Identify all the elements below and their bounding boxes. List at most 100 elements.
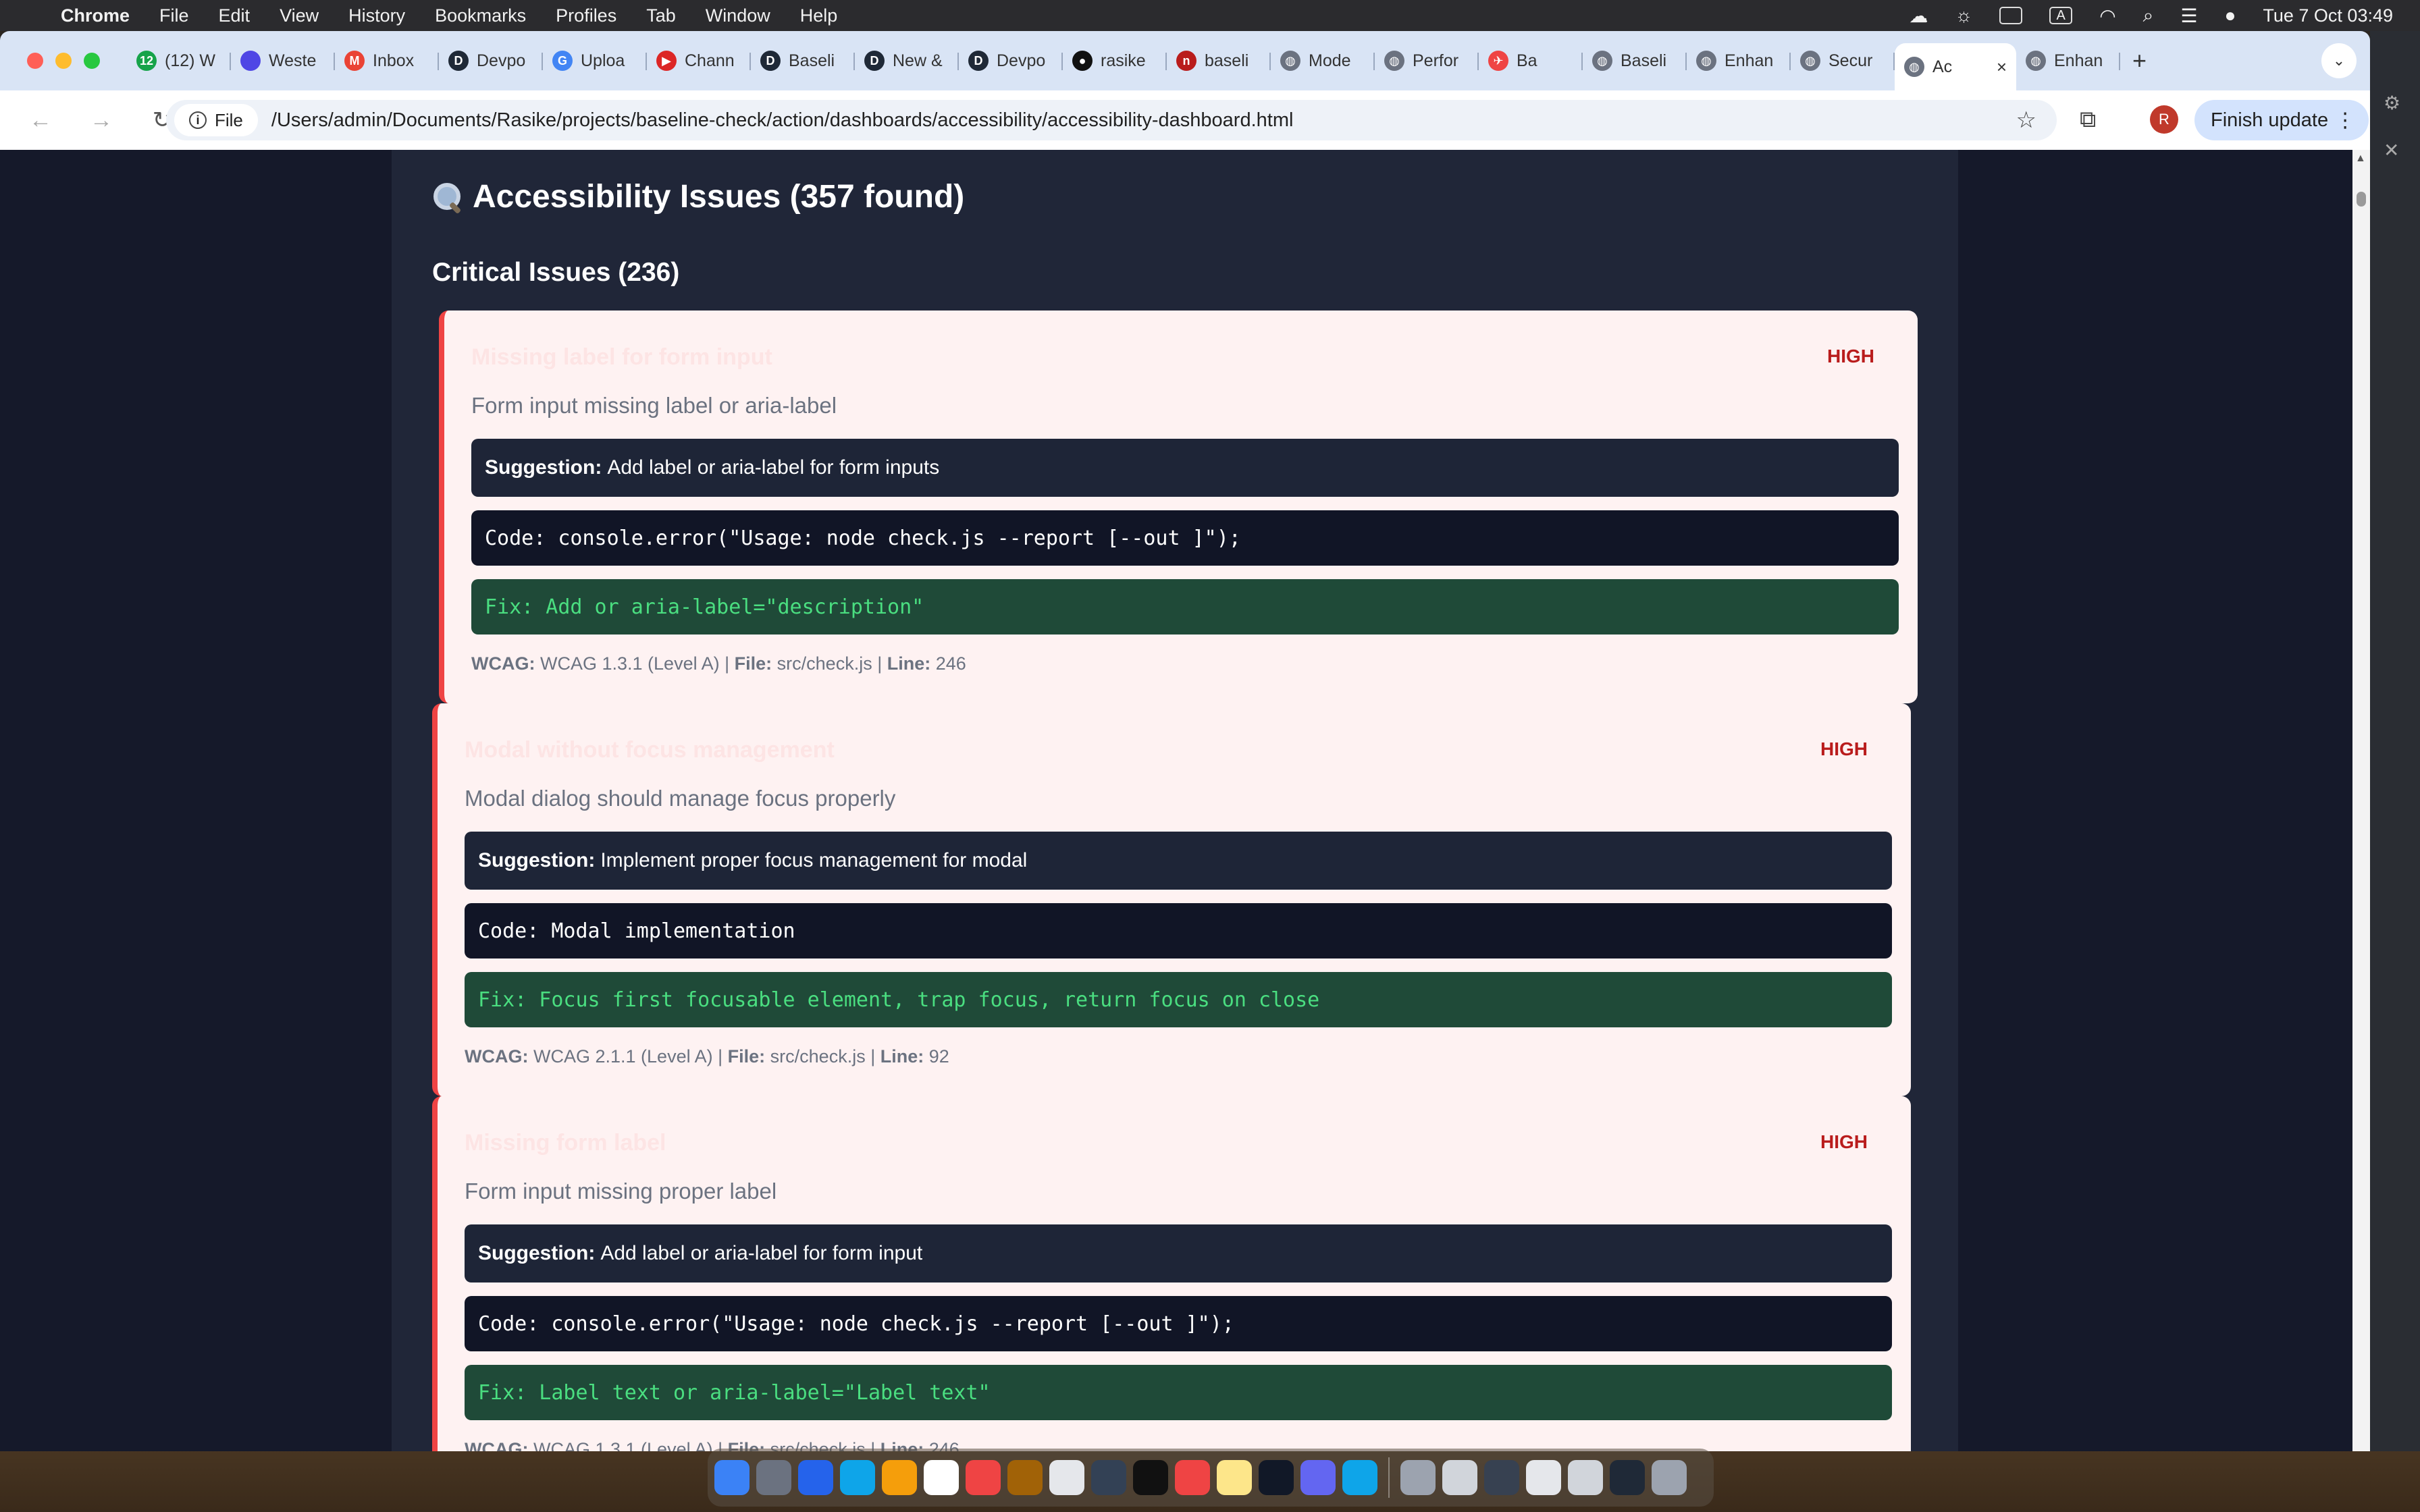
menu-bar-status: ☁ ☼ A ◠ ⌕ ☰ ● Tue 7 Oct 03:49 xyxy=(1910,0,2393,31)
minimized-window-thumbnail[interactable] xyxy=(1568,1460,1603,1495)
menu-edit[interactable]: Edit xyxy=(219,5,251,26)
issue-card: Missing form label HIGH Form input missing… xyxy=(432,1096,1911,1451)
battery-icon[interactable] xyxy=(1999,7,2023,24)
tab-2[interactable]: M Inbox xyxy=(335,39,439,82)
wifi-icon[interactable]: ◠ xyxy=(2099,5,2115,27)
chrome-icon[interactable] xyxy=(966,1460,1001,1495)
weather-icon[interactable]: ☼ xyxy=(1955,5,1973,26)
tab-search-button[interactable]: ⌄ xyxy=(2321,43,2357,78)
terminal-icon[interactable] xyxy=(1259,1460,1294,1495)
safari-icon[interactable] xyxy=(798,1460,833,1495)
photos-icon[interactable] xyxy=(882,1460,917,1495)
site-info-chip[interactable]: i File xyxy=(174,104,258,136)
tab-favicon-icon: ◍ xyxy=(1696,51,1716,71)
reminders-icon[interactable] xyxy=(1049,1460,1084,1495)
tab-14[interactable]: ◍ Baseli xyxy=(1583,39,1687,82)
tab-7[interactable]: D New & xyxy=(855,39,959,82)
menu-view[interactable]: View xyxy=(280,5,319,26)
tab-3[interactable]: D Devpo xyxy=(439,39,543,82)
more-options-icon[interactable]: ⋮ xyxy=(2335,109,2355,132)
menu-file[interactable]: File xyxy=(159,5,189,26)
minimized-window-thumbnail[interactable] xyxy=(1526,1460,1561,1495)
spotlight-search-icon[interactable]: ⌕ xyxy=(2143,5,2154,27)
dock-separator xyxy=(1388,1457,1390,1498)
menu-window[interactable]: Window xyxy=(706,5,770,26)
tab-5[interactable]: ▶ Chann xyxy=(647,39,751,82)
menu-bookmarks[interactable]: Bookmarks xyxy=(435,5,526,26)
critical-issues-heading: Critical Issues (236) xyxy=(432,258,680,287)
menu-history[interactable]: History xyxy=(348,5,405,26)
gear-icon[interactable]: ⚙ xyxy=(2384,92,2400,114)
tab-6[interactable]: D Baseli xyxy=(751,39,855,82)
zoom-window-button[interactable] xyxy=(84,53,100,69)
vscode-icon[interactable] xyxy=(1342,1460,1377,1495)
tab-4[interactable]: G Uploa xyxy=(543,39,647,82)
page-viewport: Accessibility Issues (357 found) Critica… xyxy=(0,150,2370,1451)
page-title: Accessibility Issues (357 found) xyxy=(432,178,964,215)
tab-18[interactable]: ◍ Enhan xyxy=(2016,39,2120,82)
tab-12[interactable]: ◍ Perfor xyxy=(1375,39,1479,82)
menu-tab[interactable]: Tab xyxy=(646,5,676,26)
stack-app-icon[interactable] xyxy=(1300,1460,1336,1495)
menu-help[interactable]: Help xyxy=(800,5,838,26)
notes-icon[interactable] xyxy=(1217,1460,1252,1495)
page-scrollbar[interactable]: ▲ xyxy=(2352,150,2370,1451)
cloud-status-icon[interactable]: ☁ xyxy=(1910,5,1928,27)
scrollbar-thumb[interactable] xyxy=(2357,192,2366,207)
tab-8[interactable]: D Devpo xyxy=(959,39,1063,82)
extensions-icon[interactable]: ⧉ xyxy=(2080,107,2096,133)
wcag-label: WCAG: xyxy=(471,653,535,674)
input-source-icon[interactable]: A xyxy=(2049,7,2073,24)
close-window-button[interactable] xyxy=(27,53,43,69)
minimized-window-thumbnail[interactable] xyxy=(1610,1460,1645,1495)
severity-badge: HIGH xyxy=(1820,1131,1868,1152)
minimized-window-thumbnail[interactable] xyxy=(1400,1460,1436,1495)
app-store-icon[interactable] xyxy=(840,1460,875,1495)
menu-app-chrome[interactable]: Chrome xyxy=(61,5,130,26)
system-settings-icon[interactable] xyxy=(1091,1460,1126,1495)
browser-toolbar: ← → ↻ i File /Users/admin/Documents/Rasi… xyxy=(0,90,2370,150)
tab-1[interactable]: Weste xyxy=(231,39,335,82)
siri-icon[interactable]: ● xyxy=(2224,5,2236,26)
forward-button[interactable]: → xyxy=(81,107,122,134)
scroll-up-arrow-icon[interactable]: ▲ xyxy=(2355,153,2366,165)
finder-icon[interactable] xyxy=(714,1460,749,1495)
tab-15[interactable]: ◍ Enhan xyxy=(1687,39,1791,82)
tab-favicon-icon: G xyxy=(552,51,573,71)
notes-folder-icon[interactable] xyxy=(1007,1460,1043,1495)
control-center-icon[interactable]: ☰ xyxy=(2180,5,2197,27)
close-icon[interactable]: ✕ xyxy=(2384,139,2399,161)
launchpad-icon[interactable] xyxy=(756,1460,791,1495)
menu-profiles[interactable]: Profiles xyxy=(556,5,616,26)
tab-13[interactable]: ✈ Ba xyxy=(1479,39,1583,82)
profile-avatar[interactable]: R xyxy=(2150,105,2178,134)
file-label: File: xyxy=(727,1046,766,1066)
tab-17[interactable]: ◍ Ac × xyxy=(1895,43,2016,90)
menu-bar-clock[interactable]: Tue 7 Oct 03:49 xyxy=(2263,5,2393,26)
back-button[interactable]: ← xyxy=(20,107,61,134)
music-icon[interactable] xyxy=(1175,1460,1210,1495)
calendar-icon[interactable] xyxy=(924,1460,959,1495)
bookmark-star-icon[interactable]: ☆ xyxy=(2016,107,2036,134)
minimized-window-thumbnail[interactable] xyxy=(1442,1460,1477,1495)
tab-label: Devpo xyxy=(477,51,526,70)
trash-icon[interactable] xyxy=(1652,1460,1687,1495)
tab-label: Secur xyxy=(1829,51,1873,70)
issue-title: Missing label for form input xyxy=(471,344,772,370)
new-tab-button[interactable]: + xyxy=(2132,47,2147,75)
minimized-window-thumbnail[interactable] xyxy=(1484,1460,1519,1495)
issue-card: Modal without focus management HIGH Modal … xyxy=(432,703,1911,1096)
tab-0[interactable]: 12 (12) W xyxy=(127,39,231,82)
tab-9[interactable]: ● rasike xyxy=(1063,39,1167,82)
tab-11[interactable]: ◍ Mode xyxy=(1271,39,1375,82)
tab-label: Chann xyxy=(685,51,735,70)
tab-favicon-icon: ▶ xyxy=(656,51,677,71)
tools-icon[interactable] xyxy=(1133,1460,1168,1495)
minimize-window-button[interactable] xyxy=(55,53,72,69)
close-tab-icon[interactable]: × xyxy=(1997,57,2007,78)
tab-16[interactable]: ◍ Secur xyxy=(1791,39,1895,82)
address-bar[interactable]: i File /Users/admin/Documents/Rasike/pro… xyxy=(166,100,2057,140)
tab-10[interactable]: n baseli xyxy=(1167,39,1271,82)
finish-update-button[interactable]: Finish update ⋮ xyxy=(2194,100,2369,140)
url-text[interactable]: /Users/admin/Documents/Rasike/projects/b… xyxy=(271,109,1294,132)
